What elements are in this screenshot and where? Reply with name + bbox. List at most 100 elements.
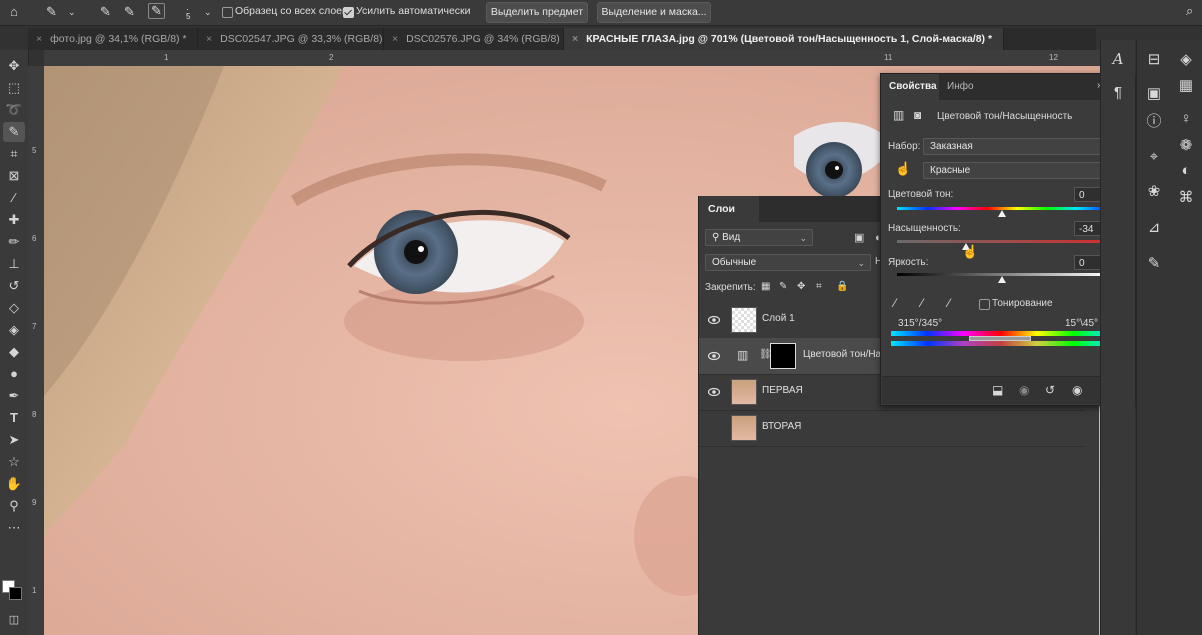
preset-select[interactable]: Заказная⌄ (923, 138, 1113, 155)
character-panel-icon[interactable]: A (1106, 50, 1130, 68)
eyedropper-tool-icon[interactable]: ⁄ (3, 188, 25, 208)
adjustment-title: Цветовой тон/Насыщенность (937, 111, 1073, 122)
layer-row[interactable]: ВТОРАЯ (699, 410, 1085, 447)
tab-foto[interactable]: × фото.jpg @ 34,1% (RGB/8) * (28, 28, 198, 50)
zoom-tool-icon[interactable]: ⚲ (3, 496, 25, 516)
mouse-pointer-icon: ☝ (962, 244, 979, 259)
ruler-tick: 2 (329, 53, 334, 62)
targeted-adjustment-hand-icon[interactable]: ☝ (895, 162, 911, 176)
eyedropper-plus-icon[interactable]: ⁄ (921, 296, 923, 310)
add-to-selection-icon[interactable]: ✎ (124, 5, 135, 19)
tool-preset-chevron-icon[interactable]: ⌄ (68, 5, 76, 19)
brush-tool-icon[interactable]: ✏ (3, 232, 25, 252)
select-and-mask-button[interactable]: Выделение и маска... (597, 2, 711, 23)
lock-position-icon[interactable]: ✥ (797, 280, 805, 294)
close-icon[interactable]: × (392, 33, 398, 45)
type-tool-icon[interactable]: T (3, 408, 25, 428)
paint-bucket-tool-icon[interactable]: ◈ (3, 320, 25, 340)
lock-artboard-icon[interactable]: ⌗ (816, 280, 822, 294)
tab-properties[interactable]: Свойства (881, 74, 939, 100)
adjustments-icon[interactable]: ▣ (1142, 84, 1166, 102)
eye-icon[interactable]: ◉ (1072, 383, 1082, 397)
paths-icon[interactable]: ⌖ (1142, 148, 1166, 165)
frame-tool-icon[interactable]: ⊠ (3, 166, 25, 186)
lasso-tool-icon[interactable]: ➰ (3, 100, 25, 120)
history-icon[interactable]: ⌘ (1174, 188, 1198, 206)
blend-mode-select[interactable]: Обычные ⌄ (705, 254, 871, 271)
colorize-checkbox[interactable] (979, 299, 990, 310)
clone-stamp-tool-icon[interactable]: ⊥ (3, 254, 25, 274)
eye-icon[interactable] (708, 314, 720, 326)
hue-slider-thumb[interactable] (998, 210, 1006, 217)
mask-icon[interactable]: ◙ (914, 108, 921, 122)
brush-settings-icon[interactable]: ✎ (1142, 254, 1166, 272)
lock-transparent-icon[interactable]: ▦ (761, 280, 770, 294)
background-color-swatch[interactable] (9, 587, 22, 600)
paragraph-panel-icon[interactable]: ¶ (1106, 84, 1130, 101)
properties-panel-icon[interactable]: ⊟ (1142, 50, 1166, 68)
eyedropper-minus-icon[interactable]: ⁄ (948, 296, 950, 310)
home-icon[interactable]: ⌂ (10, 5, 18, 19)
blur-tool-icon[interactable]: ◆ (3, 342, 25, 362)
new-selection-icon[interactable]: ✎ (100, 5, 111, 19)
tab-dsc02576[interactable]: × DSC02576.JPG @ 34% (RGB/8) (384, 28, 564, 50)
ruler-tick: 7 (32, 322, 37, 331)
select-subject-button[interactable]: Выделить предмет (486, 2, 588, 23)
path-selection-tool-icon[interactable]: ➤ (3, 430, 25, 450)
view-previous-icon[interactable]: ◉ (1019, 383, 1029, 397)
tab-info[interactable]: Инфо (947, 74, 974, 100)
tab-dsc02547[interactable]: × DSC02547.JPG @ 33,3% (RGB/8) (198, 28, 384, 50)
pen-tool-icon[interactable]: ✒ (3, 386, 25, 406)
subtract-from-selection-icon[interactable]: ✎ (148, 3, 165, 19)
channel-select[interactable]: Красные⌄ (923, 162, 1113, 179)
libraries-icon[interactable]: ❁ (1174, 136, 1198, 154)
lock-pixels-icon[interactable]: ✎ (779, 280, 787, 294)
shape-tool-icon[interactable]: ☆ (3, 452, 25, 472)
swatches-icon[interactable]: ▦ (1174, 76, 1198, 94)
close-icon[interactable]: × (206, 33, 212, 45)
brushes-icon[interactable]: ⊿ (1142, 218, 1166, 236)
tab-layers[interactable]: Слои (699, 196, 759, 222)
close-icon[interactable]: × (572, 33, 578, 45)
info-icon[interactable]: ⓘ (1142, 110, 1166, 131)
eye-icon[interactable] (708, 350, 720, 362)
eyedropper-icon[interactable]: ⁄ (894, 296, 896, 310)
quick-selection-tool-icon[interactable]: ✎ (3, 122, 25, 142)
sample-all-layers-checkbox[interactable] (222, 7, 233, 18)
lock-all-icon[interactable]: 🔒 (836, 280, 848, 294)
tab-label: DSC02547.JPG @ 33,3% (RGB/8) (220, 33, 383, 45)
more-tools-icon[interactable]: ⋯ (3, 518, 25, 538)
adjustment-layer-icon[interactable]: ▥ (893, 108, 904, 122)
layer-mask-thumbnail[interactable] (770, 343, 796, 369)
eraser-tool-icon[interactable]: ◇ (3, 298, 25, 318)
learn-icon[interactable]: ♀ (1174, 110, 1198, 127)
visibility-toggle-empty[interactable] (707, 421, 719, 433)
move-tool-icon[interactable]: ✥ (3, 56, 25, 76)
ruler-top: 1 2 11 12 (44, 50, 1100, 67)
history-brush-tool-icon[interactable]: ↺ (3, 276, 25, 296)
quick-selection-tool-icon[interactable]: ✎ (46, 5, 57, 19)
quick-mask-icon[interactable]: ◫ (3, 610, 25, 630)
clip-to-layer-icon[interactable]: ⬓ (992, 383, 1003, 397)
saturation-slider[interactable] (897, 240, 1107, 243)
layer-filter-select[interactable]: ⚲ Вид ⌄ (705, 229, 813, 246)
styles-icon[interactable]: ❀ (1142, 182, 1166, 200)
search-icon[interactable]: ⌕ (1186, 4, 1193, 18)
lightness-slider-thumb[interactable] (998, 276, 1006, 283)
layers-icon[interactable]: ◈ (1174, 50, 1198, 68)
colorize-label: Тонирование (992, 298, 1053, 309)
brush-size-chevron-icon[interactable]: ⌄ (204, 5, 212, 19)
auto-enhance-label: Усилить автоматически (356, 5, 471, 17)
marquee-tool-icon[interactable]: ⬚ (3, 78, 25, 98)
dodge-tool-icon[interactable]: ● (3, 364, 25, 384)
hand-tool-icon[interactable]: ✋ (3, 474, 25, 494)
auto-enhance-checkbox[interactable] (343, 7, 354, 18)
eye-icon[interactable] (708, 386, 720, 398)
reset-icon[interactable]: ↺ (1045, 383, 1055, 397)
healing-brush-tool-icon[interactable]: ✚ (3, 210, 25, 230)
close-icon[interactable]: × (36, 33, 42, 45)
channels-icon[interactable]: ◐ (1174, 162, 1198, 179)
crop-tool-icon[interactable]: ⌗ (3, 144, 25, 164)
tab-red-eyes[interactable]: × КРАСНЫЕ ГЛАЗА.jpg @ 701% (Цветовой тон/… (564, 28, 1004, 50)
image-filter-icon[interactable]: ▣ (854, 231, 864, 245)
